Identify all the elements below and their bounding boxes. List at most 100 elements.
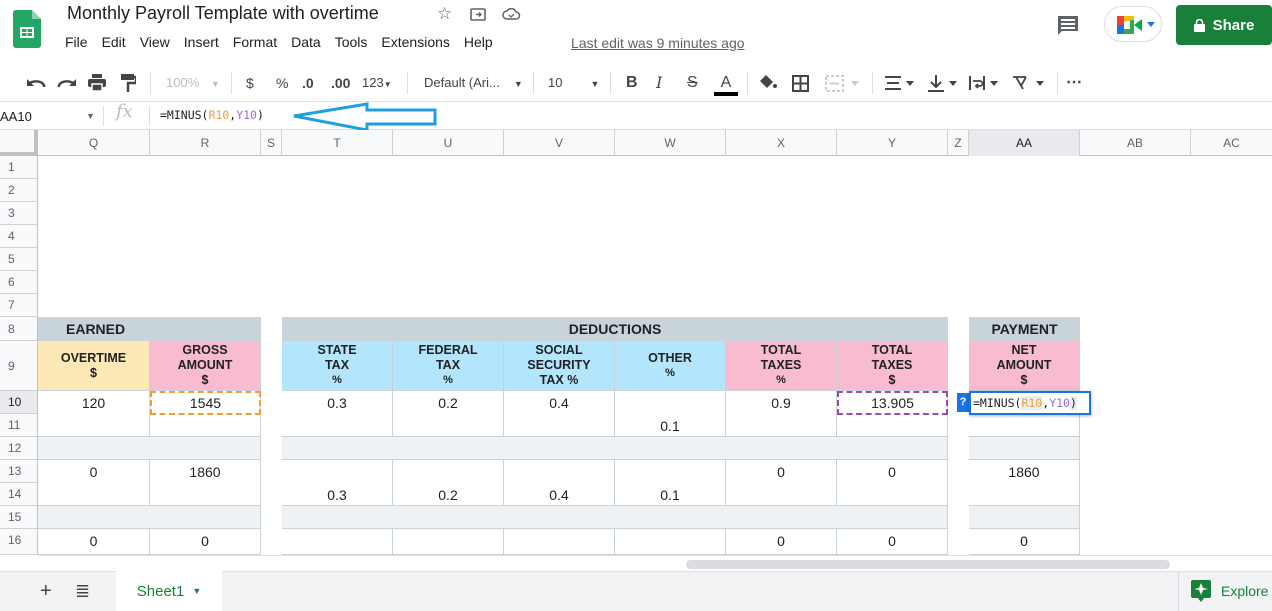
sheet-tab-sheet1[interactable]: Sheet1 ▼ bbox=[116, 571, 222, 611]
decrease-decimal-button[interactable]: .0 bbox=[302, 73, 314, 93]
cell-editor[interactable]: =MINUS(R10,Y10) bbox=[969, 391, 1091, 415]
paint-format-icon[interactable] bbox=[121, 74, 136, 92]
row-header-10[interactable]: 10 bbox=[0, 391, 38, 414]
cell-w16[interactable] bbox=[615, 529, 726, 555]
cell-v10[interactable]: 0.4 bbox=[504, 391, 615, 437]
row-header-11[interactable]: 11 bbox=[0, 414, 38, 437]
column-header-w[interactable]: W bbox=[615, 130, 726, 156]
move-folder-icon[interactable] bbox=[470, 7, 486, 21]
cell-y16[interactable]: 0 bbox=[837, 529, 948, 555]
vertical-align-icon[interactable] bbox=[927, 74, 961, 92]
italic-button[interactable]: I bbox=[656, 73, 662, 93]
document-title[interactable]: Monthly Payroll Template with overtime bbox=[67, 3, 379, 24]
column-header-q[interactable]: Q bbox=[38, 130, 150, 156]
cell-x10[interactable]: 0.9 bbox=[726, 391, 837, 437]
add-sheet-icon[interactable]: + bbox=[40, 580, 52, 603]
bold-button[interactable]: B bbox=[626, 73, 638, 93]
cell-w13[interactable]: 0.1 bbox=[615, 460, 726, 506]
sheets-logo-icon[interactable] bbox=[13, 10, 41, 48]
column-header-x[interactable]: X bbox=[726, 130, 837, 156]
name-box[interactable]: AA10 ▼ bbox=[0, 109, 95, 124]
row-header-4[interactable]: 4 bbox=[0, 225, 38, 248]
cell-u13[interactable]: 0.2 bbox=[393, 460, 504, 506]
text-wrapping-icon[interactable] bbox=[968, 74, 1002, 92]
section-earned[interactable]: EARNED bbox=[38, 317, 261, 341]
column-header-u[interactable]: U bbox=[393, 130, 504, 156]
horizontal-align-icon[interactable] bbox=[884, 75, 918, 91]
undo-icon[interactable] bbox=[26, 76, 46, 90]
menu-format[interactable]: Format bbox=[226, 34, 284, 50]
column-header-ab[interactable]: AB bbox=[1080, 130, 1191, 156]
font-size-select[interactable]: 10 ▼ bbox=[548, 73, 599, 93]
row-header-9[interactable]: 9 bbox=[0, 341, 38, 391]
more-formats-button[interactable]: 123▼ bbox=[362, 73, 392, 93]
currency-format-button[interactable]: $ bbox=[246, 73, 254, 93]
text-rotation-icon[interactable] bbox=[1011, 74, 1047, 92]
header-gross-amount[interactable]: GROSS AMOUNT $ bbox=[150, 341, 261, 391]
cell-v13[interactable]: 0.4 bbox=[504, 460, 615, 506]
cell-t13[interactable]: 0.3 bbox=[282, 460, 393, 506]
column-header-y[interactable]: Y bbox=[837, 130, 948, 156]
increase-decimal-button[interactable]: .00 bbox=[331, 73, 350, 93]
merge-cells-icon[interactable] bbox=[825, 75, 861, 92]
cell-v16[interactable] bbox=[504, 529, 615, 555]
star-icon[interactable]: ☆ bbox=[437, 4, 452, 24]
row-header-5[interactable]: 5 bbox=[0, 248, 38, 271]
menu-extensions[interactable]: Extensions bbox=[374, 34, 456, 50]
cell-aa16[interactable]: 0 bbox=[969, 529, 1080, 555]
cell-q10[interactable]: 120 bbox=[38, 391, 150, 437]
cell-w10[interactable]: 0.1 bbox=[615, 391, 726, 437]
column-header-s[interactable]: S bbox=[261, 130, 282, 156]
section-deductions[interactable]: DEDUCTIONS bbox=[282, 317, 948, 341]
column-header-t[interactable]: T bbox=[282, 130, 393, 156]
cell-u16[interactable] bbox=[393, 529, 504, 555]
header-social-security[interactable]: SOCIAL SECURITY TAX % bbox=[504, 341, 615, 391]
row-header-7[interactable]: 7 bbox=[0, 294, 38, 317]
section-payment[interactable]: PAYMENT bbox=[969, 317, 1080, 341]
row-header-6[interactable]: 6 bbox=[0, 271, 38, 294]
header-other[interactable]: OTHER% bbox=[615, 341, 726, 391]
cell-u10[interactable]: 0.2 bbox=[393, 391, 504, 437]
zoom-select[interactable]: 100% ▼ bbox=[166, 73, 220, 93]
select-all-corner[interactable] bbox=[0, 130, 38, 156]
cell-t10[interactable]: 0.3 bbox=[282, 391, 393, 437]
header-total-taxes-pct[interactable]: TOTAL TAXES% bbox=[726, 341, 837, 391]
header-federal-tax[interactable]: FEDERAL TAX% bbox=[393, 341, 504, 391]
cell-r16[interactable]: 0 bbox=[150, 529, 261, 555]
redo-icon[interactable] bbox=[57, 76, 77, 90]
explore-button[interactable]: Explore bbox=[1178, 571, 1272, 611]
row-header-14[interactable]: 14 bbox=[0, 483, 38, 506]
column-header-ac[interactable]: AC bbox=[1191, 130, 1272, 156]
menu-tools[interactable]: Tools bbox=[328, 34, 375, 50]
cloud-status-icon[interactable] bbox=[502, 7, 521, 21]
formula-input[interactable]: =MINUS(R10,Y10) bbox=[160, 108, 264, 122]
menu-help[interactable]: Help bbox=[457, 34, 500, 50]
comments-icon[interactable] bbox=[1056, 14, 1080, 36]
column-header-z[interactable]: Z bbox=[948, 130, 969, 156]
cell-x16[interactable]: 0 bbox=[726, 529, 837, 555]
fill-color-icon[interactable] bbox=[759, 74, 777, 91]
menu-file[interactable]: File bbox=[58, 34, 95, 50]
all-sheets-icon[interactable]: ≣ bbox=[75, 581, 90, 602]
cell-aa13[interactable]: 1860 bbox=[969, 460, 1080, 506]
menu-view[interactable]: View bbox=[133, 34, 177, 50]
last-edit-link[interactable]: Last edit was 9 minutes ago bbox=[571, 35, 745, 51]
share-button[interactable]: Share bbox=[1176, 5, 1272, 45]
row-header-15[interactable]: 15 bbox=[0, 506, 38, 529]
cell-r13[interactable]: 1860 bbox=[150, 460, 261, 506]
cell-y10[interactable]: 13.905 bbox=[837, 391, 948, 437]
cell-x13[interactable]: 0 bbox=[726, 460, 837, 506]
header-state-tax[interactable]: STATE TAX% bbox=[282, 341, 393, 391]
row-header-1[interactable]: 1 bbox=[0, 156, 38, 179]
menu-insert[interactable]: Insert bbox=[177, 34, 226, 50]
formula-help-button[interactable]: ? bbox=[957, 393, 969, 412]
cell-q13[interactable]: 0 bbox=[38, 460, 150, 506]
cell-y13[interactable]: 0 bbox=[837, 460, 948, 506]
row-header-8[interactable]: 8 bbox=[0, 317, 38, 341]
row-header-16[interactable]: 16 bbox=[0, 529, 38, 555]
cell-q16[interactable]: 0 bbox=[38, 529, 150, 555]
header-net-amount[interactable]: NET AMOUNT $ bbox=[969, 341, 1080, 391]
cell-r10[interactable]: 1545 bbox=[150, 391, 261, 437]
column-header-r[interactable]: R bbox=[150, 130, 261, 156]
row-header-13[interactable]: 13 bbox=[0, 460, 38, 483]
